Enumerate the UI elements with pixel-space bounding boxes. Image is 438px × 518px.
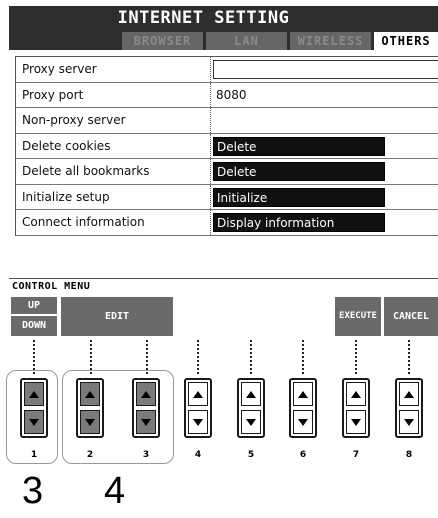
setting-row-delete-bookmarks[interactable]: Delete all bookmarks Delete	[16, 159, 438, 185]
setting-label: Delete cookies	[16, 133, 211, 158]
display-information-button[interactable]: Display information	[213, 213, 385, 232]
arrow-down-icon	[351, 419, 361, 426]
tab-wireless[interactable]: WIRELESS	[290, 32, 371, 50]
tab-others[interactable]: OTHERS	[374, 32, 438, 50]
control-menu: CONTROL MENU UP DOWN EDIT EXECUTE CANCEL	[9, 278, 438, 338]
panel-button-6[interactable]	[289, 378, 317, 438]
screen-title: INTERNET SETTING	[9, 6, 438, 30]
arrow-down-icon	[404, 419, 414, 426]
setting-row-proxy-server[interactable]: Proxy server	[16, 57, 438, 83]
panel-button-3[interactable]	[132, 378, 160, 438]
leader-line	[250, 340, 252, 374]
arrow-down-icon	[246, 419, 256, 426]
panel-button-5[interactable]	[237, 378, 265, 438]
arrow-down-icon	[298, 419, 308, 426]
button-number: 2	[86, 450, 94, 460]
leader-line	[355, 340, 357, 374]
button-number: 1	[30, 450, 38, 460]
arrow-down-icon	[193, 419, 203, 426]
arrow-up-icon	[404, 391, 414, 398]
proxy-server-field[interactable]	[213, 60, 438, 79]
edit-button[interactable]: EDIT	[61, 297, 173, 336]
setting-label: Delete all bookmarks	[16, 159, 211, 184]
setting-row-delete-cookies[interactable]: Delete cookies Delete	[16, 133, 438, 159]
execute-button[interactable]: EXECUTE	[335, 297, 381, 336]
arrow-up-icon	[193, 391, 203, 398]
setting-row-initialize-setup[interactable]: Initialize setup Initialize	[16, 184, 438, 210]
tab-browser[interactable]: BROWSER	[122, 32, 203, 50]
tab-lan[interactable]: LAN	[206, 32, 287, 50]
button-number: 8	[405, 450, 413, 460]
initialize-button[interactable]: Initialize	[213, 187, 385, 207]
arrow-up-icon	[85, 391, 95, 398]
panel-button-2[interactable]	[76, 378, 104, 438]
setting-row-proxy-port[interactable]: Proxy port 8080	[16, 82, 438, 108]
up-button[interactable]: UP	[11, 297, 57, 314]
step-callout: 3	[22, 470, 44, 512]
arrow-up-icon	[298, 391, 308, 398]
arrow-down-icon	[141, 419, 151, 426]
arrow-up-icon	[29, 391, 39, 398]
leader-line	[146, 340, 148, 374]
step-callout: 4	[104, 470, 126, 512]
panel-button-4[interactable]	[184, 378, 212, 438]
setting-label: Proxy port	[16, 82, 211, 107]
leader-line	[33, 340, 35, 374]
leader-line	[197, 340, 199, 374]
non-proxy-server-value[interactable]	[213, 111, 385, 130]
panel-button-7[interactable]	[342, 378, 370, 438]
button-number: 7	[352, 450, 360, 460]
delete-bookmarks-button[interactable]: Delete	[213, 162, 385, 181]
arrow-up-icon	[246, 391, 256, 398]
setting-label: Initialize setup	[16, 184, 211, 209]
leader-line	[302, 340, 304, 374]
button-number: 3	[142, 450, 150, 460]
arrow-up-icon	[141, 391, 151, 398]
lcd-screen: INTERNET SETTING BROWSER LAN WIRELESS OT…	[9, 6, 438, 338]
arrow-down-icon	[29, 419, 39, 426]
delete-cookies-button[interactable]: Delete	[213, 136, 385, 156]
setting-label: Non-proxy server	[16, 108, 211, 133]
setting-label: Proxy server	[16, 57, 211, 82]
panel-button-8[interactable]	[395, 378, 423, 438]
leader-line	[90, 340, 92, 374]
setting-label: Connect information	[16, 210, 211, 235]
cancel-button[interactable]: CANCEL	[384, 297, 438, 336]
button-number: 5	[247, 450, 255, 460]
tab-bar: BROWSER LAN WIRELESS OTHERS	[9, 30, 438, 50]
arrow-down-icon	[85, 419, 95, 426]
setting-row-non-proxy-server[interactable]: Non-proxy server	[16, 108, 438, 134]
settings-panel: Proxy server Proxy port 8080 Non-proxy s…	[9, 50, 438, 278]
control-menu-title: CONTROL MENU	[12, 281, 91, 292]
arrow-up-icon	[351, 391, 361, 398]
down-button[interactable]: DOWN	[11, 316, 57, 336]
button-number: 4	[194, 450, 202, 460]
settings-table: Proxy server Proxy port 8080 Non-proxy s…	[15, 56, 438, 236]
leader-line	[408, 340, 410, 374]
setting-row-connect-information[interactable]: Connect information Display information	[16, 210, 438, 236]
button-number: 6	[299, 450, 307, 460]
panel-button-1[interactable]	[20, 378, 48, 438]
proxy-port-value[interactable]: 8080	[213, 86, 385, 105]
